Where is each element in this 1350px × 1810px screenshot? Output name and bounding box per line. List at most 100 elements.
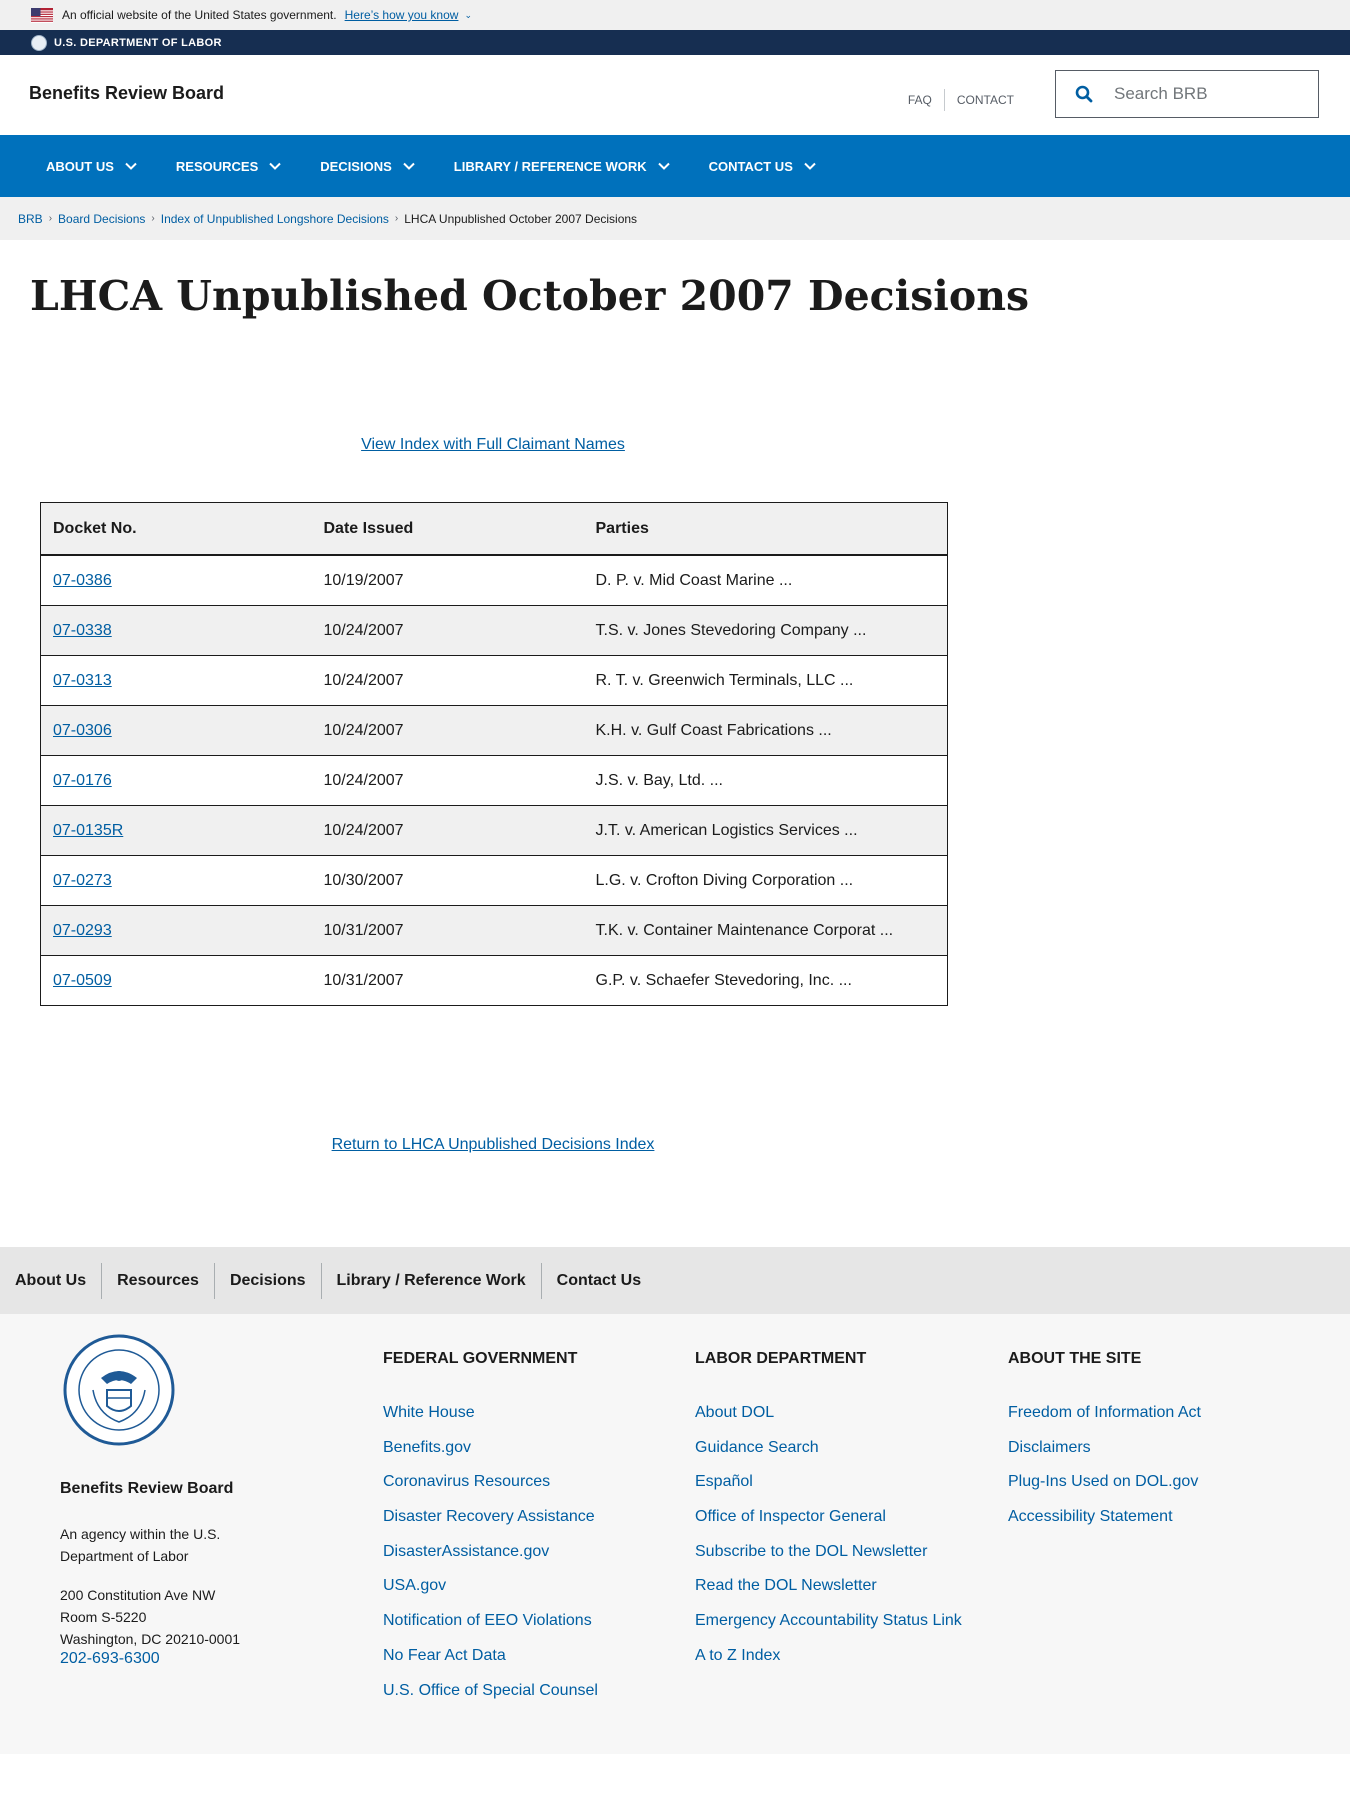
- docket-link[interactable]: 07-0273: [53, 872, 112, 889]
- footer-link[interactable]: White House: [383, 1404, 475, 1421]
- footer-column-heading: LABOR DEPARTMENT: [695, 1350, 867, 1367]
- footer-link[interactable]: U.S. Office of Special Counsel: [383, 1682, 598, 1699]
- breadcrumb-current: LHCA Unpublished October 2007 Decisions: [404, 211, 638, 226]
- footer-link[interactable]: Emergency Accountability Status Link: [695, 1612, 962, 1629]
- gov-banner-text: An official website of the United States…: [62, 8, 337, 22]
- date-cell: 10/30/2007: [311, 855, 584, 906]
- footer-link[interactable]: Español: [695, 1473, 753, 1490]
- column-header-parties: Parties: [583, 502, 948, 556]
- site-header: Benefits Review Board FAQ CONTACT: [0, 55, 1350, 135]
- nav-label: RESOURCES: [175, 158, 259, 174]
- breadcrumb-link[interactable]: BRB: [18, 212, 43, 226]
- breadcrumb-separator-icon: ›: [151, 213, 155, 224]
- footer-nav-resources[interactable]: Resources: [102, 1263, 214, 1299]
- footer-column-heading: FEDERAL GOVERNMENT: [383, 1350, 578, 1367]
- parties-cell: R. T. v. Greenwich Terminals, LLC ...: [583, 655, 948, 706]
- breadcrumb-separator-icon: ›: [48, 213, 53, 224]
- nav-contact-us[interactable]: CONTACT US: [709, 159, 817, 174]
- footer-link[interactable]: Plug-Ins Used on DOL.gov: [1008, 1473, 1198, 1490]
- table-row: 07-0135R 10/24/2007 J.T. v. American Log…: [40, 805, 948, 856]
- footer-column-heading: ABOUT THE SITE: [1008, 1350, 1142, 1367]
- faq-link[interactable]: FAQ: [896, 93, 944, 107]
- nav-about-us[interactable]: ABOUT US: [46, 159, 138, 174]
- footer-link[interactable]: No Fear Act Data: [383, 1647, 506, 1664]
- parties-cell: K.H. v. Gulf Coast Fabrications ...: [583, 705, 948, 756]
- agency-bar: U.S. DEPARTMENT OF LABOR: [0, 30, 1350, 55]
- footer-link[interactable]: Subscribe to the DOL Newsletter: [695, 1543, 927, 1560]
- date-cell: 10/24/2007: [311, 805, 584, 856]
- docket-link[interactable]: 07-0135R: [53, 822, 123, 839]
- date-cell: 10/31/2007: [311, 955, 584, 1006]
- table-header-row: Docket No. Date Issued Parties: [40, 502, 948, 556]
- parties-cell: G.P. v. Schaefer Stevedoring, Inc. ...: [583, 955, 948, 1006]
- footer-link[interactable]: USA.gov: [383, 1577, 446, 1594]
- table-row: 07-0509 10/31/2007 G.P. v. Schaefer Stev…: [40, 955, 948, 1006]
- footer-link[interactable]: Read the DOL Newsletter: [695, 1577, 877, 1594]
- nav-library[interactable]: LIBRARY / REFERENCE WORK: [454, 159, 671, 174]
- address-line: Washington, DC 20210-0001: [60, 1631, 241, 1647]
- table-row: 07-0293 10/31/2007 T.K. v. Container Mai…: [40, 905, 948, 956]
- docket-link[interactable]: 07-0338: [53, 622, 112, 639]
- parties-cell: J.S. v. Bay, Ltd. ...: [583, 755, 948, 806]
- docket-link[interactable]: 07-0313: [53, 672, 112, 689]
- footer-link[interactable]: Freedom of Information Act: [1008, 1404, 1201, 1421]
- search-icon[interactable]: [1056, 85, 1112, 103]
- table-row: 07-0386 10/19/2007 D. P. v. Mid Coast Ma…: [40, 554, 948, 606]
- footer-link[interactable]: Coronavirus Resources: [383, 1473, 550, 1490]
- docket-link[interactable]: 07-0386: [53, 572, 112, 589]
- footer-link[interactable]: DisasterAssistance.gov: [383, 1543, 549, 1560]
- footer-link[interactable]: Disaster Recovery Assistance: [383, 1508, 595, 1525]
- footer-link[interactable]: Accessibility Statement: [1008, 1508, 1173, 1525]
- chevron-down-icon: [125, 162, 137, 170]
- table-row: 07-0273 10/30/2007 L.G. v. Crofton Divin…: [40, 855, 948, 906]
- nav-decisions[interactable]: DECISIONS: [320, 159, 416, 174]
- footer-column-labor-department: LABOR DEPARTMENT About DOL Guidance Sear…: [695, 1344, 962, 1674]
- dol-seal-icon: [31, 34, 47, 51]
- view-full-index-link[interactable]: View Index with Full Claimant Names: [361, 436, 625, 453]
- chevron-down-icon: [403, 162, 415, 170]
- chevron-down-icon[interactable]: ⌄: [464, 10, 472, 21]
- docket-link[interactable]: 07-0176: [53, 772, 112, 789]
- footer-agency-description: An agency within the U.S. Department of …: [60, 1526, 221, 1564]
- breadcrumb-link[interactable]: Index of Unpublished Longshore Decisions: [161, 212, 389, 226]
- footer-nav-decisions[interactable]: Decisions: [215, 1263, 321, 1299]
- column-header-docket: Docket No.: [40, 502, 312, 556]
- dol-seal-icon[interactable]: [63, 1334, 175, 1446]
- parties-cell: T.S. v. Jones Stevedoring Company ...: [583, 605, 948, 656]
- date-cell: 10/24/2007: [311, 755, 584, 806]
- parties-cell: L.G. v. Crofton Diving Corporation ...: [583, 855, 948, 906]
- site-title[interactable]: Benefits Review Board: [29, 83, 224, 104]
- nav-resources[interactable]: RESOURCES: [176, 159, 282, 174]
- return-link-container: Return to LHCA Unpublished Decisions Ind…: [0, 1136, 986, 1154]
- contact-link[interactable]: CONTACT: [945, 93, 1026, 107]
- footer-link[interactable]: Office of Inspector General: [695, 1508, 886, 1525]
- docket-link[interactable]: 07-0306: [53, 722, 112, 739]
- footer-nav-contact-us[interactable]: Contact Us: [542, 1263, 656, 1299]
- utility-links: FAQ CONTACT: [896, 89, 1026, 111]
- gov-banner: An official website of the United States…: [0, 0, 1350, 30]
- footer-column-federal-government: FEDERAL GOVERNMENT White House Benefits.…: [383, 1344, 598, 1708]
- date-cell: 10/24/2007: [311, 705, 584, 756]
- agency-bar-label[interactable]: U.S. DEPARTMENT OF LABOR: [54, 37, 222, 49]
- footer-column-about-the-site: ABOUT THE SITE Freedom of Information Ac…: [1008, 1344, 1201, 1535]
- docket-link[interactable]: 07-0509: [53, 972, 112, 989]
- footer-link[interactable]: About DOL: [695, 1404, 774, 1421]
- docket-link[interactable]: 07-0293: [53, 922, 112, 939]
- date-cell: 10/31/2007: [311, 905, 584, 956]
- return-to-index-link[interactable]: Return to LHCA Unpublished Decisions Ind…: [332, 1136, 655, 1153]
- footer-link[interactable]: Guidance Search: [695, 1439, 819, 1456]
- how-you-know-link[interactable]: Here’s how you know: [345, 8, 459, 22]
- search-input[interactable]: [1112, 83, 1306, 105]
- footer-link[interactable]: Notification of EEO Violations: [383, 1612, 592, 1629]
- footer-nav: About Us Resources Decisions Library / R…: [0, 1247, 1350, 1314]
- breadcrumb-link[interactable]: Board Decisions: [58, 212, 145, 226]
- footer-nav-about-us[interactable]: About Us: [0, 1263, 101, 1299]
- date-cell: 10/19/2007: [311, 554, 584, 606]
- footer-phone-link[interactable]: 202-693-6300: [60, 1650, 160, 1668]
- table-row: 07-0313 10/24/2007 R. T. v. Greenwich Te…: [40, 655, 948, 706]
- footer-nav-library[interactable]: Library / Reference Work: [322, 1263, 541, 1299]
- footer-link[interactable]: Benefits.gov: [383, 1439, 471, 1456]
- chevron-down-icon: [269, 162, 281, 170]
- footer-link[interactable]: A to Z Index: [695, 1647, 780, 1664]
- footer-link[interactable]: Disclaimers: [1008, 1439, 1091, 1456]
